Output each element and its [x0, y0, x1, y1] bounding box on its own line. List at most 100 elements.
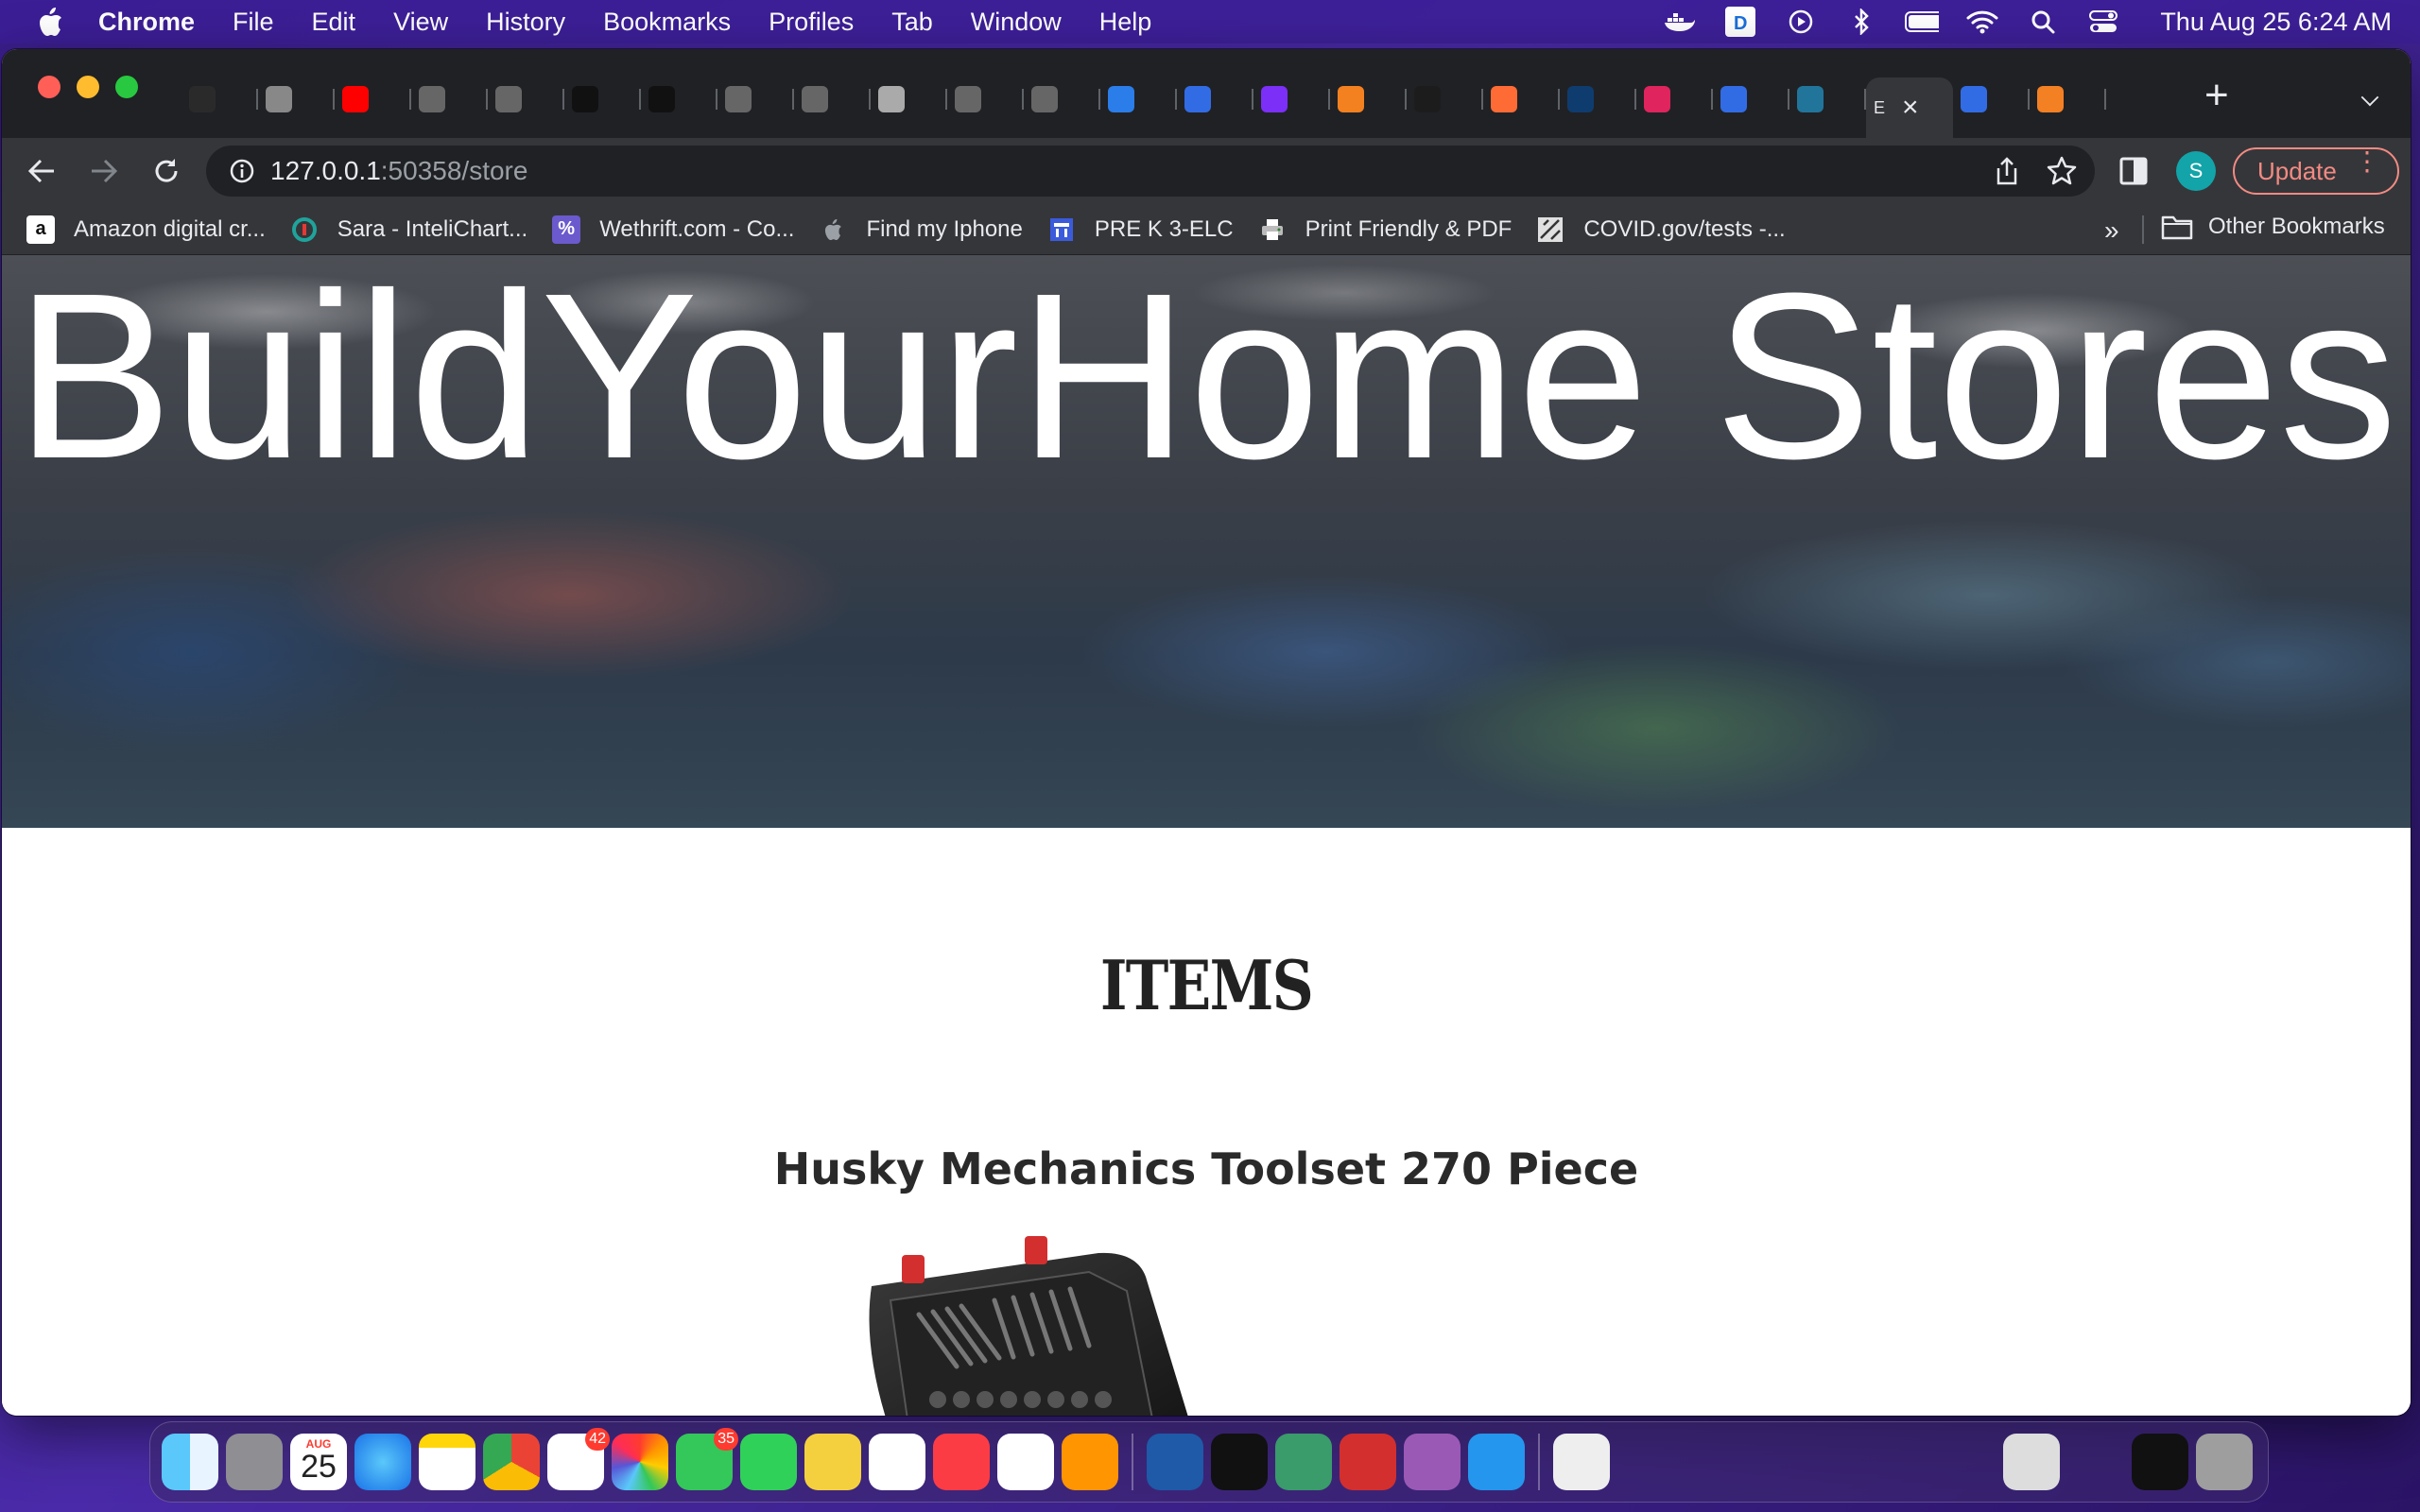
tab[interactable]: [794, 77, 871, 121]
tab[interactable]: [564, 77, 641, 121]
tab[interactable]: [258, 77, 335, 121]
bookmark-amazon[interactable]: a Amazon digital cr...: [26, 215, 266, 244]
bookmark-printfriendly[interactable]: Print Friendly & PDF: [1258, 215, 1512, 244]
news-icon[interactable]: [997, 1434, 1054, 1490]
bookmark-prek[interactable]: PRE K 3-ELC: [1047, 215, 1234, 244]
tab[interactable]: [1483, 77, 1560, 121]
tab[interactable]: [2030, 77, 2106, 121]
minimized-window-icon[interactable]: [1939, 1434, 1996, 1490]
share-icon[interactable]: [1993, 157, 2021, 187]
reminders-icon[interactable]: 42: [547, 1428, 610, 1490]
tab[interactable]: [1407, 77, 1483, 121]
tab[interactable]: [411, 77, 488, 121]
numbers-file-icon[interactable]: [1617, 1434, 1674, 1490]
item-title[interactable]: Husky Mechanics Toolset 270 Piece: [2, 1143, 2411, 1194]
tab[interactable]: [1330, 77, 1407, 121]
menubar-clock[interactable]: Thu Aug 25 6:24 AM: [2160, 8, 2392, 37]
document-thumbnail-icon[interactable]: [1553, 1434, 1610, 1490]
docker-status-icon[interactable]: [1663, 8, 1697, 36]
numbers-file-icon[interactable]: [1746, 1434, 1803, 1490]
launchpad-icon[interactable]: [226, 1434, 283, 1490]
minimized-window-icon[interactable]: [2132, 1434, 2188, 1490]
tab-close-icon[interactable]: ×: [1902, 92, 1919, 124]
tab-search-chevron-icon[interactable]: [2360, 88, 2379, 107]
menu-history[interactable]: History: [486, 8, 565, 37]
preview-icon[interactable]: [804, 1434, 861, 1490]
tab[interactable]: [488, 77, 564, 121]
menu-app-chrome[interactable]: Chrome: [98, 8, 195, 37]
numbers-file-icon[interactable]: [1810, 1434, 1867, 1490]
notes-icon[interactable]: [419, 1434, 475, 1490]
virtualbox-icon[interactable]: [1147, 1434, 1203, 1490]
dashlane-status-icon[interactable]: D: [1723, 7, 1757, 37]
finder-icon[interactable]: [162, 1434, 218, 1490]
wifi-icon[interactable]: [1965, 8, 1999, 36]
back-button[interactable]: [19, 148, 64, 194]
spotlight-search-icon[interactable]: [2026, 8, 2060, 36]
bookmark-intelichart[interactable]: Sara - InteliChart...: [290, 215, 527, 244]
messages-icon[interactable]: 35: [676, 1428, 738, 1490]
numbers-icon[interactable]: [869, 1434, 925, 1490]
tab[interactable]: [1560, 77, 1636, 121]
podcasts-icon[interactable]: [1404, 1434, 1461, 1490]
apple-menu-icon[interactable]: [36, 5, 70, 39]
other-bookmarks-folder[interactable]: Other Bookmarks: [2161, 214, 2385, 240]
window-maximize-button[interactable]: [115, 76, 138, 98]
tab[interactable]: [182, 77, 258, 121]
facetime-icon[interactable]: [740, 1434, 797, 1490]
update-button[interactable]: Update ⋮: [2233, 147, 2399, 195]
chrome-icon[interactable]: [483, 1434, 540, 1490]
side-panel-icon[interactable]: [2119, 157, 2148, 185]
toolset-product-image[interactable]: [853, 1234, 1212, 1416]
battery-icon[interactable]: [1905, 8, 1940, 36]
new-tab-button[interactable]: +: [2204, 75, 2229, 116]
bookmark-star-icon[interactable]: [2046, 155, 2078, 187]
menu-window[interactable]: Window: [971, 8, 1062, 37]
minimized-window-icon[interactable]: [2003, 1434, 2060, 1490]
tab[interactable]: [641, 77, 717, 121]
tab[interactable]: [1024, 77, 1100, 121]
docker-icon[interactable]: [1468, 1434, 1525, 1490]
tab[interactable]: [1636, 77, 1713, 121]
window-minimize-button[interactable]: [77, 76, 99, 98]
play-status-icon[interactable]: [1784, 8, 1818, 36]
tab[interactable]: [947, 77, 1024, 121]
profile-avatar[interactable]: S: [2176, 151, 2216, 191]
control-center-icon[interactable]: [2086, 8, 2120, 36]
acrobat-icon[interactable]: [1340, 1434, 1396, 1490]
calendar-icon[interactable]: AUG 25: [290, 1434, 347, 1490]
menu-edit[interactable]: Edit: [312, 8, 356, 37]
tab[interactable]: [871, 77, 947, 121]
menu-tab[interactable]: Tab: [891, 8, 933, 37]
numbers-file-icon[interactable]: [1875, 1434, 1931, 1490]
safari-icon[interactable]: [354, 1434, 411, 1490]
tab[interactable]: [1953, 77, 2030, 121]
menu-view[interactable]: View: [393, 8, 448, 37]
site-info-icon[interactable]: [229, 158, 255, 184]
tab[interactable]: [1789, 77, 1866, 121]
atom-icon[interactable]: [1275, 1434, 1332, 1490]
menu-profiles[interactable]: Profiles: [769, 8, 854, 37]
bookmark-find-iphone[interactable]: Find my Iphone: [819, 215, 1023, 244]
menu-bookmarks[interactable]: Bookmarks: [603, 8, 731, 37]
reload-button[interactable]: [144, 148, 189, 194]
address-bar[interactable]: 127.0.0.1:50358/store: [206, 146, 2095, 197]
minimized-window-icon[interactable]: [2067, 1434, 2124, 1490]
forward-button[interactable]: [81, 148, 127, 194]
tab[interactable]: [1713, 77, 1789, 121]
tab[interactable]: [335, 77, 411, 121]
tab[interactable]: [717, 77, 794, 121]
trash-icon[interactable]: [2196, 1434, 2253, 1490]
numbers-file-icon[interactable]: [1682, 1434, 1738, 1490]
bookmarks-overflow-button[interactable]: »: [2104, 215, 2119, 246]
photos-icon[interactable]: [612, 1434, 668, 1490]
books-icon[interactable]: [1062, 1434, 1118, 1490]
terminal-icon[interactable]: [1211, 1434, 1268, 1490]
tab[interactable]: [1100, 77, 1177, 121]
bookmark-covid[interactable]: COVID.gov/tests -...: [1536, 215, 1786, 244]
tab[interactable]: [1253, 77, 1330, 121]
menu-help[interactable]: Help: [1099, 8, 1152, 37]
more-menu-icon[interactable]: ⋮: [2354, 148, 2380, 175]
menu-file[interactable]: File: [233, 8, 274, 37]
tab[interactable]: [1177, 77, 1253, 121]
